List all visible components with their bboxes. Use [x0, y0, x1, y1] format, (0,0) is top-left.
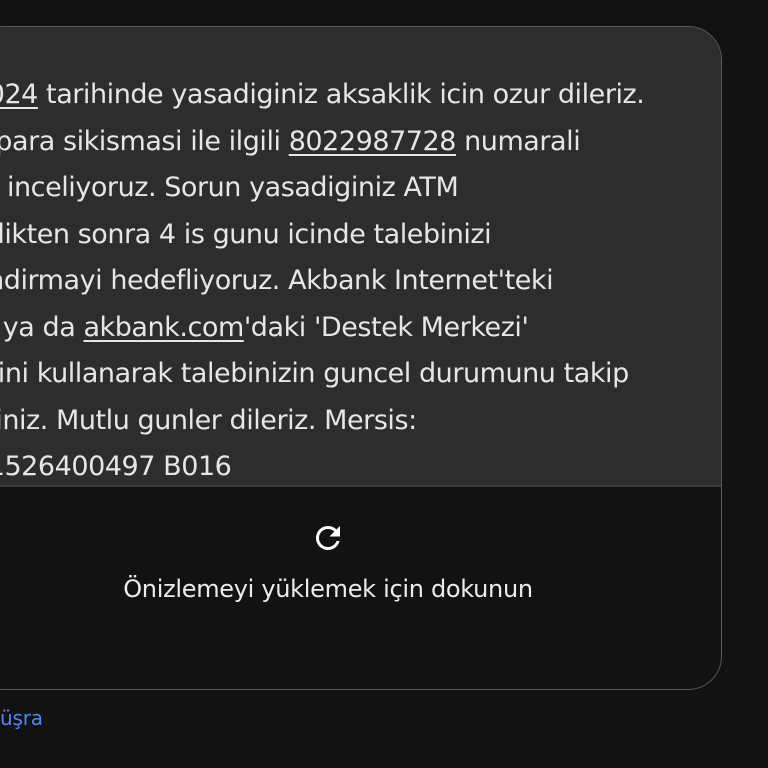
message-text-segment: numarali: [456, 125, 581, 157]
message-text-segment: rsiniz. Mutlu gunler dileriz. Mersis:: [0, 404, 417, 436]
conversation-screen: 2024 tarihinde yasadiginiz aksaklik icin…: [0, 0, 768, 768]
message-line: n' ya da akbank.com'daki 'Destek Merkezi…: [0, 311, 529, 344]
tap-to-load-preview-label[interactable]: Önizlemeyi yüklemek için dokunun: [118, 574, 538, 604]
sender-name: üşra: [0, 706, 43, 730]
message-text-segment: 01526400497 B016: [0, 451, 232, 482]
message-text-segment: andirmayi hedefliyoruz. Akbank Internet'…: [0, 265, 554, 296]
message-text-segment: erini kullanarak talebinizin guncel duru…: [0, 358, 629, 389]
message-link[interactable]: akbank.com: [83, 312, 244, 343]
message-link[interactable]: 2024: [0, 79, 38, 110]
message-text-segment: ndikten sonra 4 is gunu icinde talebiniz…: [0, 218, 492, 250]
message-line: erini kullanarak talebinizin guncel duru…: [0, 358, 629, 390]
message-body: 2024 tarihinde yasadiginiz aksaklik icin…: [0, 27, 721, 485]
message-line: rsiniz. Mutlu gunler dileriz. Mersis:: [0, 405, 417, 437]
message-line: andirmayi hedefliyoruz. Akbank Internet'…: [0, 265, 554, 297]
message-text-segment: n' ya da: [2, 311, 76, 343]
message-text-area: 2024 tarihinde yasadiginiz aksaklik icin…: [0, 27, 721, 487]
reload-icon[interactable]: [310, 520, 346, 556]
message-text-segment: izi inceliyoruz. Sorun yasadiginiz ATM: [0, 172, 459, 203]
message-text-segment: e para sikismasi ile ilgili: [0, 125, 289, 157]
message-link[interactable]: 8022987728: [289, 126, 457, 157]
message-line: ndikten sonra 4 is gunu icinde talebiniz…: [0, 218, 492, 251]
message-line: 2024 tarihinde yasadiginiz aksaklik icin…: [0, 79, 645, 111]
message-line: izi inceliyoruz. Sorun yasadiginiz ATM: [0, 172, 459, 204]
message-line: e para sikismasi ile ilgili 8022987728 n…: [0, 125, 581, 158]
message-line: 01526400497 B016: [0, 451, 232, 483]
message-text-segment: 'daki 'Destek Merkezi': [243, 311, 529, 343]
message-text-segment: tarihinde yasadiginiz aksaklik icin ozur…: [37, 79, 645, 110]
